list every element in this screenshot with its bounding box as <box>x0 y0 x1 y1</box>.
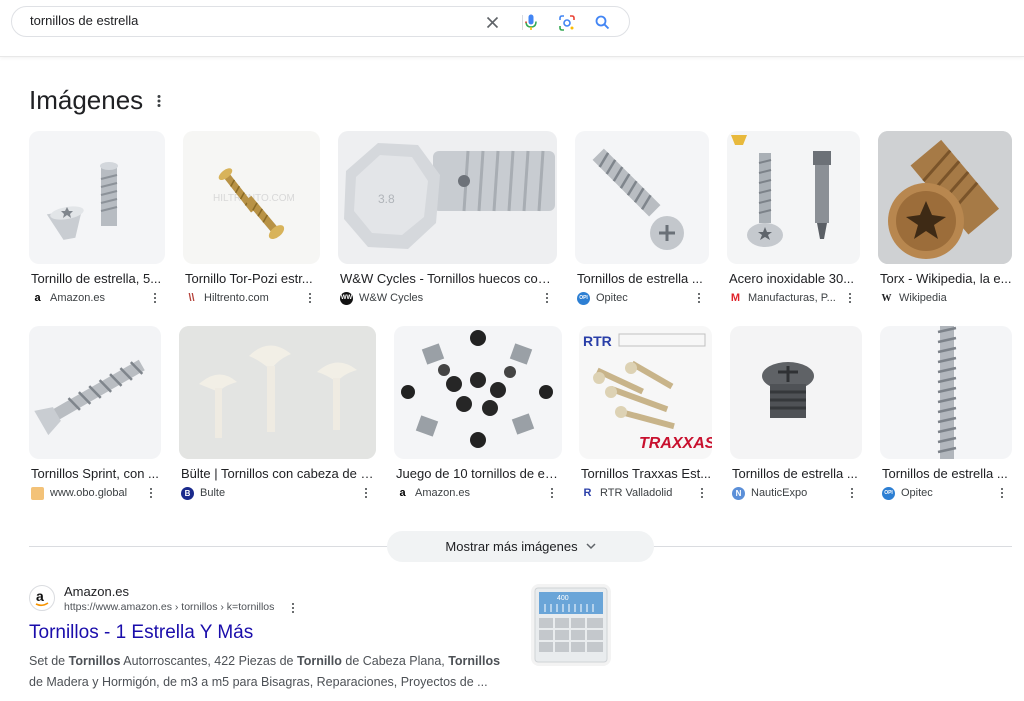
image-source: www.obo.global <box>31 486 145 500</box>
image-caption: Bülte | Tornillos con cabeza de e... <box>181 466 376 481</box>
more-options-icon[interactable] <box>147 486 155 500</box>
more-options-icon[interactable] <box>846 291 854 305</box>
opitec-icon: OPI <box>577 291 590 305</box>
show-more-label: Mostrar más imágenes <box>445 539 578 554</box>
amazon-icon: a <box>35 589 49 607</box>
result-more-icon[interactable] <box>289 601 297 615</box>
result-title-link[interactable]: Tornillos - 1 Estrella Y Más <box>29 622 253 644</box>
image-source: WW W&W Cycles <box>340 291 424 305</box>
image-source: OPI Opitec <box>577 291 692 305</box>
more-options-icon[interactable] <box>151 291 159 305</box>
more-options-icon[interactable] <box>548 486 556 500</box>
show-more-images-button[interactable]: Mostrar más imágenes <box>387 531 654 562</box>
image-caption: Torx - Wikipedia, la e... <box>880 271 1012 286</box>
image-caption: Tornillo de estrella, 5... <box>31 271 162 286</box>
more-options-icon[interactable] <box>698 486 706 500</box>
image-caption: Juego de 10 tornillos de es... <box>396 466 562 481</box>
image-caption: Tornillos de estrella ... <box>577 271 703 286</box>
images-section-title: Imágenes <box>29 85 144 115</box>
image-caption: Tornillos de estrella ... <box>732 466 858 481</box>
image-thumbnail[interactable] <box>179 326 376 459</box>
svg-text:TRAXXAS: TRAXXAS <box>639 435 712 452</box>
image-source: a Amazon.es <box>31 291 149 305</box>
image-source: B Bulte <box>181 486 357 500</box>
manufacturas-icon: M <box>729 291 742 305</box>
image-source: M Manufacturas, P... <box>729 291 836 305</box>
more-options-icon[interactable] <box>848 486 856 500</box>
image-source: R RTR Valladolid <box>581 486 695 500</box>
close-icon[interactable] <box>484 14 501 31</box>
more-options-icon[interactable] <box>306 291 314 305</box>
obo-icon <box>31 486 44 500</box>
image-source: N NauticExpo <box>732 486 844 500</box>
image-thumbnail[interactable] <box>880 326 1012 459</box>
image-thumbnail[interactable] <box>730 326 862 459</box>
image-source: \\ Hiltrento.com <box>185 291 303 305</box>
image-thumbnail[interactable]: 3.8 <box>338 131 557 264</box>
image-thumbnail[interactable] <box>727 131 860 264</box>
image-source: W Wikipedia <box>880 291 947 305</box>
svg-text:3.8: 3.8 <box>378 192 395 206</box>
result-site-name: Amazon.es <box>64 584 130 599</box>
image-caption: W&W Cycles - Tornillos huecos con ... <box>340 271 557 286</box>
more-options-icon[interactable] <box>543 291 551 305</box>
image-caption: Tornillos de estrella ... <box>882 466 1008 481</box>
amazon-icon: a <box>396 486 409 500</box>
result-url: https://www.amazon.es › tornillos › k=to… <box>64 601 275 613</box>
ww-cycles-icon: WW <box>340 291 353 305</box>
rtr-icon: R <box>581 486 594 500</box>
more-options-icon[interactable] <box>695 291 703 305</box>
image-thumbnail[interactable]: RTR TRAXXAS <box>579 326 712 459</box>
microphone-icon[interactable] <box>522 14 539 31</box>
image-thumbnail[interactable] <box>29 326 161 459</box>
section-more-icon[interactable] <box>153 93 165 109</box>
search-icon[interactable] <box>594 14 611 31</box>
image-caption: Tornillo Tor-Pozi estr... <box>185 271 313 286</box>
more-options-icon[interactable] <box>998 486 1006 500</box>
wikipedia-icon: W <box>880 291 893 305</box>
result-thumbnail[interactable]: 400 <box>531 584 611 666</box>
lens-icon[interactable] <box>558 14 575 31</box>
nauticexpo-icon: N <box>732 486 745 500</box>
chevron-down-icon <box>586 543 596 550</box>
image-thumbnail[interactable] <box>29 131 165 264</box>
result-thumb-label: 400 <box>557 595 569 602</box>
opitec-icon: OPI <box>882 486 895 500</box>
amazon-icon: a <box>31 291 44 305</box>
result-favicon: a <box>29 585 55 611</box>
search-input[interactable] <box>30 13 460 28</box>
image-caption: Tornillos Sprint, con ... <box>31 466 159 481</box>
image-source: OPI Opitec <box>882 486 994 500</box>
image-source: a Amazon.es <box>396 486 544 500</box>
search-box[interactable] <box>11 6 630 37</box>
image-thumbnail[interactable] <box>575 131 709 264</box>
svg-text:RTR: RTR <box>583 333 612 349</box>
image-thumbnail[interactable] <box>394 326 562 459</box>
more-options-icon[interactable] <box>362 486 370 500</box>
svg-text:a: a <box>36 589 44 604</box>
bulte-icon: B <box>181 486 194 500</box>
hiltrento-icon: \\ <box>185 291 198 305</box>
image-caption: Tornillos Traxxas Est... <box>581 466 712 481</box>
image-thumbnail[interactable] <box>878 131 1012 264</box>
result-snippet: Set de Tornillos Autorroscantes, 422 Pie… <box>29 654 501 689</box>
image-thumbnail[interactable]: HILTRENTO.COM <box>183 131 320 264</box>
image-caption: Acero inoxidable 30... <box>729 271 855 286</box>
top-bar <box>0 0 1024 57</box>
